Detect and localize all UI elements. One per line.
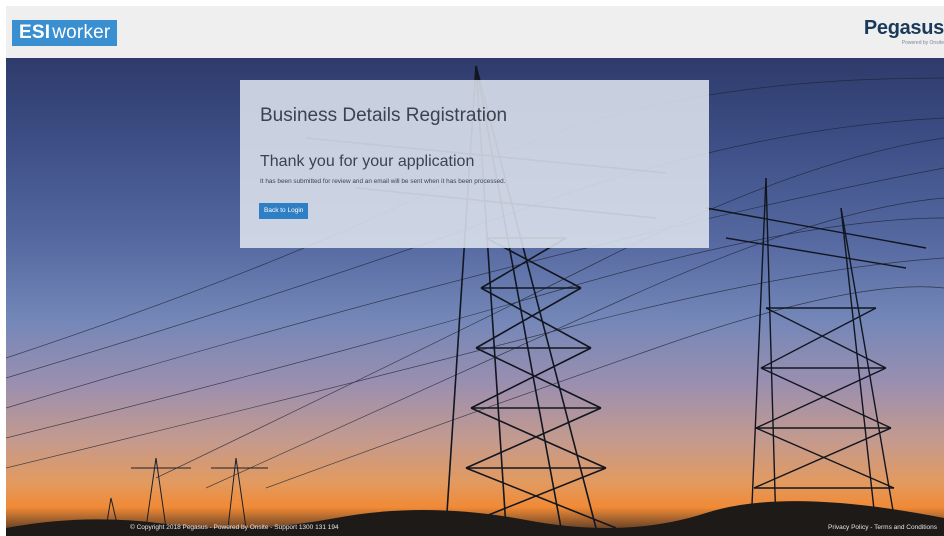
back-to-login-button[interactable]: Back to Login bbox=[259, 203, 309, 219]
logo-light-text: worker bbox=[52, 22, 111, 43]
pegasus-logo: Pegasus Powered by Onsite bbox=[854, 17, 944, 51]
footer-copyright: © Copyright 2018 Pegasus - Powered by On… bbox=[130, 524, 339, 531]
footer-links: Privacy Policy - Terms and Conditions bbox=[828, 524, 937, 531]
registration-card: Business Details Registration Thank you … bbox=[240, 80, 709, 248]
confirmation-message: It has been submitted for review and an … bbox=[260, 178, 506, 185]
header-bar: ESI worker Pegasus Powered by Onsite bbox=[6, 6, 944, 58]
privacy-policy-link[interactable]: Privacy Policy bbox=[828, 524, 868, 531]
esi-worker-logo[interactable]: ESI worker bbox=[12, 20, 118, 46]
page-title: Business Details Registration bbox=[260, 105, 508, 126]
pegasus-brand-subtext: Powered by Onsite bbox=[901, 40, 944, 46]
terms-and-conditions-link[interactable]: Terms and Conditions bbox=[874, 524, 937, 531]
logo-strong-text: ESI bbox=[19, 22, 51, 43]
confirmation-heading: Thank you for your application bbox=[260, 153, 475, 170]
page: ESI worker Pegasus Powered by Onsite Bus… bbox=[0, 0, 944, 536]
pegasus-brand-text: Pegasus bbox=[863, 17, 944, 39]
